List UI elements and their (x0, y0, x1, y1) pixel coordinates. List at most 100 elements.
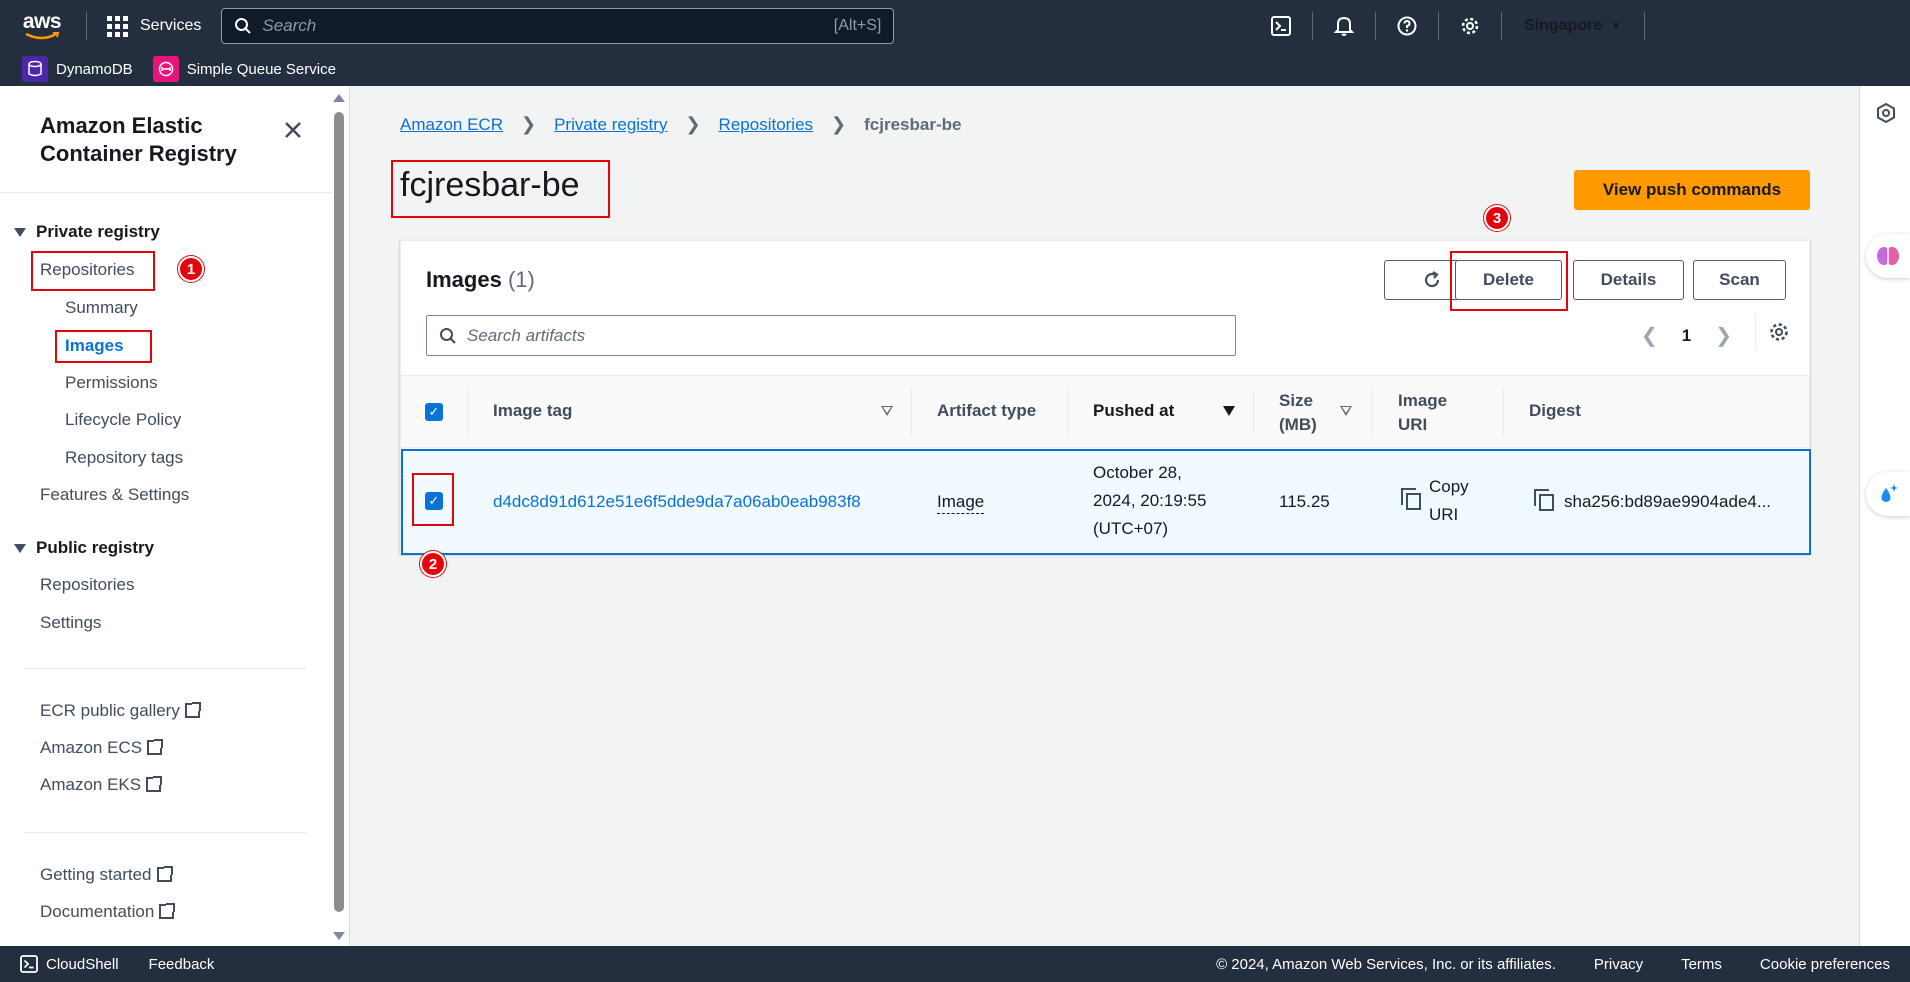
sidebar-section-private-registry[interactable]: Private registry (14, 222, 160, 242)
header-image-tag[interactable]: Image tag (493, 401, 572, 421)
view-push-commands-button[interactable]: View push commands (1574, 170, 1810, 210)
copy-icon[interactable] (1534, 488, 1554, 511)
sidebar-item-summary[interactable]: Summary (65, 298, 138, 318)
scroll-thumb[interactable] (334, 112, 344, 912)
privacy-link[interactable]: Privacy (1594, 956, 1643, 973)
region-label: Singapore (1524, 17, 1603, 34)
close-icon[interactable] (283, 116, 303, 147)
table-row[interactable]: ✓ d4dc8d91d612e51e6f5dde9da7a06ab0eab983… (401, 449, 1811, 555)
sort-descending-icon[interactable] (1223, 406, 1235, 416)
sqs-icon (152, 56, 179, 82)
sidebar-section-public-registry[interactable]: Public registry (14, 538, 154, 558)
sidebar-divider (0, 192, 332, 193)
breadcrumb-amazon-ecr[interactable]: Amazon ECR (400, 115, 503, 135)
gear-icon (1770, 323, 1788, 341)
cloudshell-button[interactable]: CloudShell (20, 955, 119, 973)
sidebar-divider (24, 832, 307, 833)
sidebar-item-public-settings[interactable]: Settings (40, 613, 101, 633)
images-panel: Images (1) Delete Details Scan Search ar… (400, 240, 1811, 555)
header-size[interactable]: Size (MB) (1279, 389, 1317, 437)
global-search-input[interactable]: Search [Alt+S] (221, 8, 895, 44)
scroll-down-icon[interactable] (333, 932, 345, 940)
sidebar-title[interactable]: Amazon Elastic Container Registry (40, 112, 290, 168)
image-tag-link[interactable]: d4dc8d91d612e51e6f5dde9da7a06ab0eab983f8 (493, 488, 861, 516)
right-utility-rail (1859, 86, 1910, 946)
region-selector[interactable]: Singapore ▼ (1502, 17, 1644, 35)
caret-down-icon: ▼ (1610, 19, 1623, 33)
bell-icon (1334, 16, 1354, 36)
header-digest[interactable]: Digest (1529, 401, 1581, 421)
page-number[interactable]: 1 (1682, 326, 1691, 346)
caret-down-icon (14, 543, 26, 553)
annotation-box-checkbox (412, 473, 454, 526)
sidebar-scrollbar[interactable] (333, 94, 345, 940)
annotation-badge-1: 1 (178, 256, 204, 282)
favorite-sqs[interactable]: Simple Queue Service (152, 56, 336, 82)
sidebar-item-lifecycle-policy[interactable]: Lifecycle Policy (65, 410, 181, 430)
services-label: Services (140, 17, 202, 34)
sidebar-item-features-settings[interactable]: Features & Settings (40, 485, 189, 505)
sparkle-drop-icon[interactable] (1866, 472, 1910, 516)
sidebar-link-documentation[interactable]: Documentation (40, 902, 176, 922)
column-divider (1372, 388, 1373, 436)
copy-uri-button[interactable]: Copy URI (1401, 473, 1469, 529)
panel-title: Images (1) (426, 267, 535, 292)
sidebar-link-getting-started[interactable]: Getting started (40, 865, 173, 885)
scroll-up-icon[interactable] (333, 94, 345, 102)
breadcrumb-repositories[interactable]: Repositories (719, 115, 814, 135)
external-link-icon (184, 702, 201, 718)
notifications-button[interactable] (1313, 0, 1375, 52)
search-icon (235, 18, 252, 34)
image-size: 115.25 (1279, 492, 1330, 511)
sidebar-item-repository-tags[interactable]: Repository tags (65, 448, 183, 468)
sidebar-link-amazon-ecs[interactable]: Amazon ECS (40, 738, 164, 758)
section-label: Public registry (36, 538, 155, 557)
breadcrumb-private-registry[interactable]: Private registry (554, 115, 667, 135)
search-icon (440, 327, 456, 344)
chevron-right-icon: ❯ (520, 114, 537, 134)
select-all-checkbox[interactable]: ✓ (425, 403, 443, 421)
copyright-text: © 2024, Amazon Web Services, Inc. or its… (1216, 955, 1556, 973)
nav-divider (86, 12, 87, 40)
feedback-link[interactable]: Feedback (149, 956, 215, 973)
sort-icon[interactable] (881, 406, 893, 416)
pager-divider (1755, 313, 1756, 349)
aws-logo[interactable]: aws (20, 11, 64, 40)
scan-button[interactable]: Scan (1693, 260, 1786, 300)
column-divider (1503, 388, 1504, 436)
terms-link[interactable]: Terms (1681, 956, 1722, 973)
details-button[interactable]: Details (1573, 260, 1684, 300)
settings-button[interactable] (1439, 0, 1501, 52)
header-pushed-at[interactable]: Pushed at (1093, 401, 1174, 421)
sidebar-link-amazon-eks[interactable]: Amazon EKS (40, 775, 163, 795)
sidebar-link-ecr-public-gallery[interactable]: ECR public gallery (40, 701, 201, 721)
header-artifact-type[interactable]: Artifact type (937, 401, 1036, 421)
brain-assistant-icon[interactable] (1866, 234, 1910, 278)
services-menu-button[interactable]: Services (107, 15, 202, 37)
digest-value: sha256:bd89ae9904ade4... (1564, 492, 1772, 511)
sort-icon[interactable] (1340, 406, 1352, 416)
header-image-uri[interactable]: Image URI (1398, 389, 1447, 437)
sidebar-item-permissions[interactable]: Permissions (65, 373, 158, 393)
annotation-box-delete (1450, 251, 1568, 311)
refresh-icon (1424, 271, 1440, 288)
digest-cell[interactable]: sha256:bd89ae9904ade4... (1534, 488, 1772, 516)
aws-smile-icon (25, 32, 60, 40)
cookie-preferences-link[interactable]: Cookie preferences (1760, 956, 1890, 973)
favorite-dynamodb[interactable]: DynamoDB (22, 56, 133, 82)
favorite-label: DynamoDB (56, 60, 133, 78)
search-artifacts-input[interactable]: Search artifacts (426, 315, 1236, 356)
hexagon-icon[interactable] (1875, 102, 1897, 129)
pagination: ❮ 1 ❯ (1641, 323, 1732, 348)
side-navigation: Amazon Elastic Container Registry Privat… (0, 86, 350, 946)
artifact-type[interactable]: Image (937, 491, 985, 514)
cloudshell-nav-button[interactable] (1250, 0, 1312, 52)
chevron-right-icon[interactable]: ❯ (1715, 323, 1732, 348)
chevron-left-icon[interactable]: ❮ (1641, 323, 1658, 348)
sidebar-item-public-repositories[interactable]: Repositories (40, 575, 135, 595)
column-divider (467, 388, 468, 436)
help-button[interactable] (1376, 0, 1438, 52)
terminal-icon (1271, 16, 1291, 36)
table-settings-button[interactable] (1768, 321, 1790, 348)
column-divider (911, 388, 912, 436)
